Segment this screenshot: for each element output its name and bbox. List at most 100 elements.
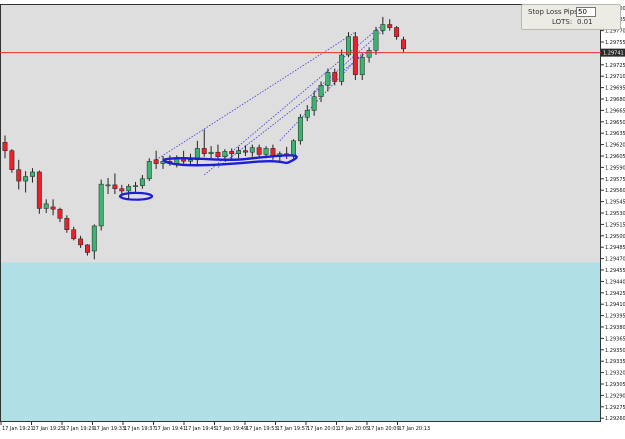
x-tick-label: 17 Jan 19:57	[277, 426, 309, 432]
bear-candle-body	[401, 39, 406, 50]
bull-candle-body	[188, 159, 193, 162]
candle	[297, 114, 303, 145]
bear-candle-body	[119, 188, 125, 192]
price-zone-highlight	[0, 262, 601, 422]
bull-candle-body	[98, 183, 104, 227]
y-tick-label: 1.29260	[605, 416, 625, 422]
x-tick-label: 17 Jan 20:05	[338, 426, 370, 432]
y-tick-label: 1.29695	[605, 86, 625, 92]
bear-candle-body	[201, 148, 207, 154]
bull-candle-body	[311, 96, 317, 111]
y-tick-label: 1.29410	[605, 302, 625, 308]
bull-candle-body	[359, 56, 365, 75]
bull-candle-body	[249, 147, 255, 153]
bear-candle-body	[2, 142, 8, 151]
bear-candle-body	[243, 150, 248, 153]
bear-candle-body	[153, 159, 159, 164]
y-tick-label: 1.29635	[605, 131, 625, 137]
bear-candle-body	[394, 27, 400, 37]
bull-candle-body	[105, 184, 111, 187]
y-tick-label: 1.29425	[605, 291, 625, 297]
y-tick-label: 1.29755	[605, 40, 625, 46]
y-tick-label: 1.29605	[605, 154, 625, 160]
y-tick-label: 1.29320	[605, 371, 625, 377]
candle	[9, 149, 15, 173]
candle	[98, 179, 104, 231]
y-tick-label: 1.29275	[605, 405, 625, 411]
y-tick-label: 1.29395	[605, 314, 625, 320]
bear-candle-body	[387, 24, 393, 28]
bull-candle-body	[30, 171, 35, 177]
bull-candle-body	[43, 203, 49, 209]
bull-candle-body	[339, 54, 345, 82]
y-tick-label: 1.29575	[605, 177, 625, 183]
bull-candle-body	[318, 85, 324, 97]
current-price-label: 1.29741	[603, 51, 624, 57]
bear-candle-body	[64, 218, 70, 230]
x-tick-label: 17 Jan 20:09	[368, 426, 400, 432]
bull-candle-body	[126, 186, 132, 192]
bear-candle-body	[112, 184, 118, 189]
chart-window[interactable]: 1.298001.297851.297701.297551.297401.297…	[0, 0, 625, 435]
y-tick-label: 1.29530	[605, 211, 625, 217]
x-tick-label: 17 Jan 19:37	[124, 426, 156, 432]
x-tick-label: 17 Jan 20:13	[399, 426, 431, 432]
candle	[339, 49, 345, 86]
y-tick-label: 1.29590	[605, 165, 625, 171]
bear-candle-body	[9, 150, 15, 170]
bull-candle-body	[236, 150, 242, 154]
y-tick-label: 1.29515	[605, 222, 625, 228]
bull-candle-body	[373, 30, 379, 51]
x-axis: 17 Jan 19:2117 Jan 19:2517 Jan 19:2917 J…	[0, 422, 431, 432]
bull-candle-body	[366, 50, 372, 58]
y-tick-label: 1.29290	[605, 393, 625, 399]
y-tick-label: 1.29665	[605, 108, 625, 114]
bear-candle-body	[84, 244, 90, 253]
y-tick-label: 1.29650	[605, 120, 625, 126]
y-tick-label: 1.29350	[605, 348, 625, 354]
y-tick-label: 1.29335	[605, 359, 625, 365]
bear-candle-body	[352, 36, 358, 75]
x-tick-label: 17 Jan 19:29	[63, 426, 95, 432]
x-tick-label: 17 Jan 19:49	[216, 426, 248, 432]
bull-candle-body	[146, 161, 152, 180]
y-tick-label: 1.29305	[605, 382, 625, 388]
bull-candle-body	[325, 72, 331, 86]
y-tick-label: 1.29485	[605, 245, 625, 251]
x-tick-label: 17 Jan 19:53	[246, 426, 278, 432]
price-chart[interactable]: 1.298001.297851.297701.297551.297401.297…	[0, 0, 625, 435]
stop-loss-input[interactable]: 50	[576, 7, 596, 17]
x-tick-label: 17 Jan 19:33	[94, 426, 126, 432]
bull-candle-body	[133, 185, 138, 187]
y-tick-label: 1.29560	[605, 188, 625, 194]
x-tick-label: 17 Jan 20:01	[307, 426, 339, 432]
bull-candle-body	[208, 151, 214, 154]
y-tick-label: 1.29365	[605, 336, 625, 342]
bull-candle-body	[291, 140, 296, 157]
y-tick-label: 1.29620	[605, 143, 625, 149]
bull-candle-body	[222, 151, 228, 158]
bear-candle-body	[256, 147, 262, 155]
bear-candle-body	[71, 229, 77, 240]
y-tick-label: 1.29440	[605, 279, 625, 285]
y-tick-label: 1.29710	[605, 74, 625, 80]
bear-candle-body	[57, 208, 63, 219]
bull-candle-body	[91, 225, 97, 252]
y-tick-label: 1.29380	[605, 325, 625, 331]
candle	[352, 32, 358, 80]
bear-candle-body	[50, 206, 56, 210]
y-tick-label: 1.29470	[605, 257, 625, 263]
bull-candle-body	[380, 24, 386, 31]
bear-candle-body	[332, 72, 338, 82]
x-tick-label: 17 Jan 19:45	[185, 426, 217, 432]
bear-candle-body	[78, 238, 84, 246]
x-tick-label: 17 Jan 19:41	[155, 426, 187, 432]
bull-candle-body	[263, 148, 269, 155]
y-tick-label: 1.29500	[605, 234, 625, 240]
y-tick-label: 1.29545	[605, 200, 625, 206]
stop-loss-label: Stop Loss Pips:	[528, 8, 581, 16]
bear-candle-body	[36, 171, 42, 209]
lots-label: LOTS:	[552, 18, 573, 26]
lots-value: 0.01	[577, 18, 593, 26]
stop-loss-panel: Stop Loss Pips: 50 LOTS: 0.01	[521, 4, 621, 30]
